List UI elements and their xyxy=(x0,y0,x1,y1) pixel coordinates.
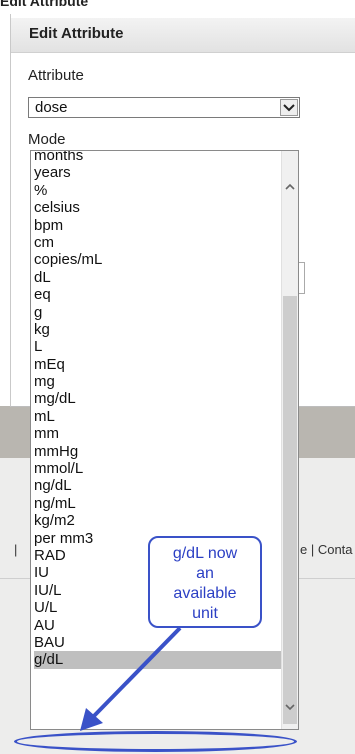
unit-option[interactable]: kg xyxy=(34,321,284,338)
top-title-text: Edit Attribute xyxy=(0,0,89,9)
footer-links-fragment[interactable]: e | Conta xyxy=(300,542,353,557)
unit-option[interactable]: dL xyxy=(34,269,284,286)
unit-option[interactable]: years xyxy=(34,164,284,181)
dialog-header: Edit Attribute xyxy=(11,18,355,53)
annotation-callout: g/dL now an available unit xyxy=(148,536,262,628)
top-title-fragment: Edit Attribute xyxy=(0,0,355,14)
listbox-scrollbar[interactable] xyxy=(281,151,298,729)
unit-option[interactable]: g xyxy=(34,304,284,321)
unit-option[interactable]: cm xyxy=(34,234,284,251)
unit-option[interactable]: eq xyxy=(34,286,284,303)
scrollbar-thumb[interactable] xyxy=(283,296,297,724)
unit-option[interactable]: bpm xyxy=(34,217,284,234)
footer-separator: | xyxy=(14,542,18,557)
unit-option[interactable]: % xyxy=(34,182,284,199)
attribute-select-value: dose xyxy=(35,99,68,116)
unit-option[interactable]: mg/dL xyxy=(34,390,284,407)
mode-label: Mode xyxy=(28,131,66,148)
unit-option[interactable]: kg/m2 xyxy=(34,512,284,529)
callout-line: g/dL now xyxy=(172,545,238,562)
callout-line: an xyxy=(196,565,214,582)
unit-option[interactable]: mmol/L xyxy=(34,460,284,477)
unit-option[interactable]: g/dL xyxy=(34,651,284,669)
unit-option[interactable]: celsius xyxy=(34,199,284,216)
unit-option[interactable]: mmHg xyxy=(34,443,284,460)
unit-option[interactable]: ng/dL xyxy=(34,477,284,494)
dialog-title: Edit Attribute xyxy=(29,25,124,42)
callout-line: unit xyxy=(192,605,218,622)
chevron-down-icon[interactable] xyxy=(280,99,298,116)
unit-option[interactable]: mm xyxy=(34,425,284,442)
attribute-label: Attribute xyxy=(28,67,84,84)
unit-option[interactable]: ng/mL xyxy=(34,495,284,512)
chevron-up-icon[interactable] xyxy=(282,179,298,197)
unit-option[interactable]: BAU xyxy=(34,634,284,651)
callout-line: available xyxy=(173,585,237,602)
attribute-select[interactable]: dose xyxy=(28,97,300,118)
unit-option[interactable]: L xyxy=(34,338,284,355)
unit-option[interactable]: mL xyxy=(34,408,284,425)
unit-listbox[interactable]: months years% celsius bpm cm copies/mL dL eq g kg… xyxy=(30,150,299,730)
unit-option[interactable]: copies/mL xyxy=(34,251,284,268)
unit-option[interactable]: mg xyxy=(34,373,284,390)
unit-option[interactable]: mEq xyxy=(34,356,284,373)
unit-option[interactable]: months xyxy=(34,151,284,164)
highlight-ellipse xyxy=(14,731,297,752)
chevron-down-icon[interactable] xyxy=(282,699,298,717)
